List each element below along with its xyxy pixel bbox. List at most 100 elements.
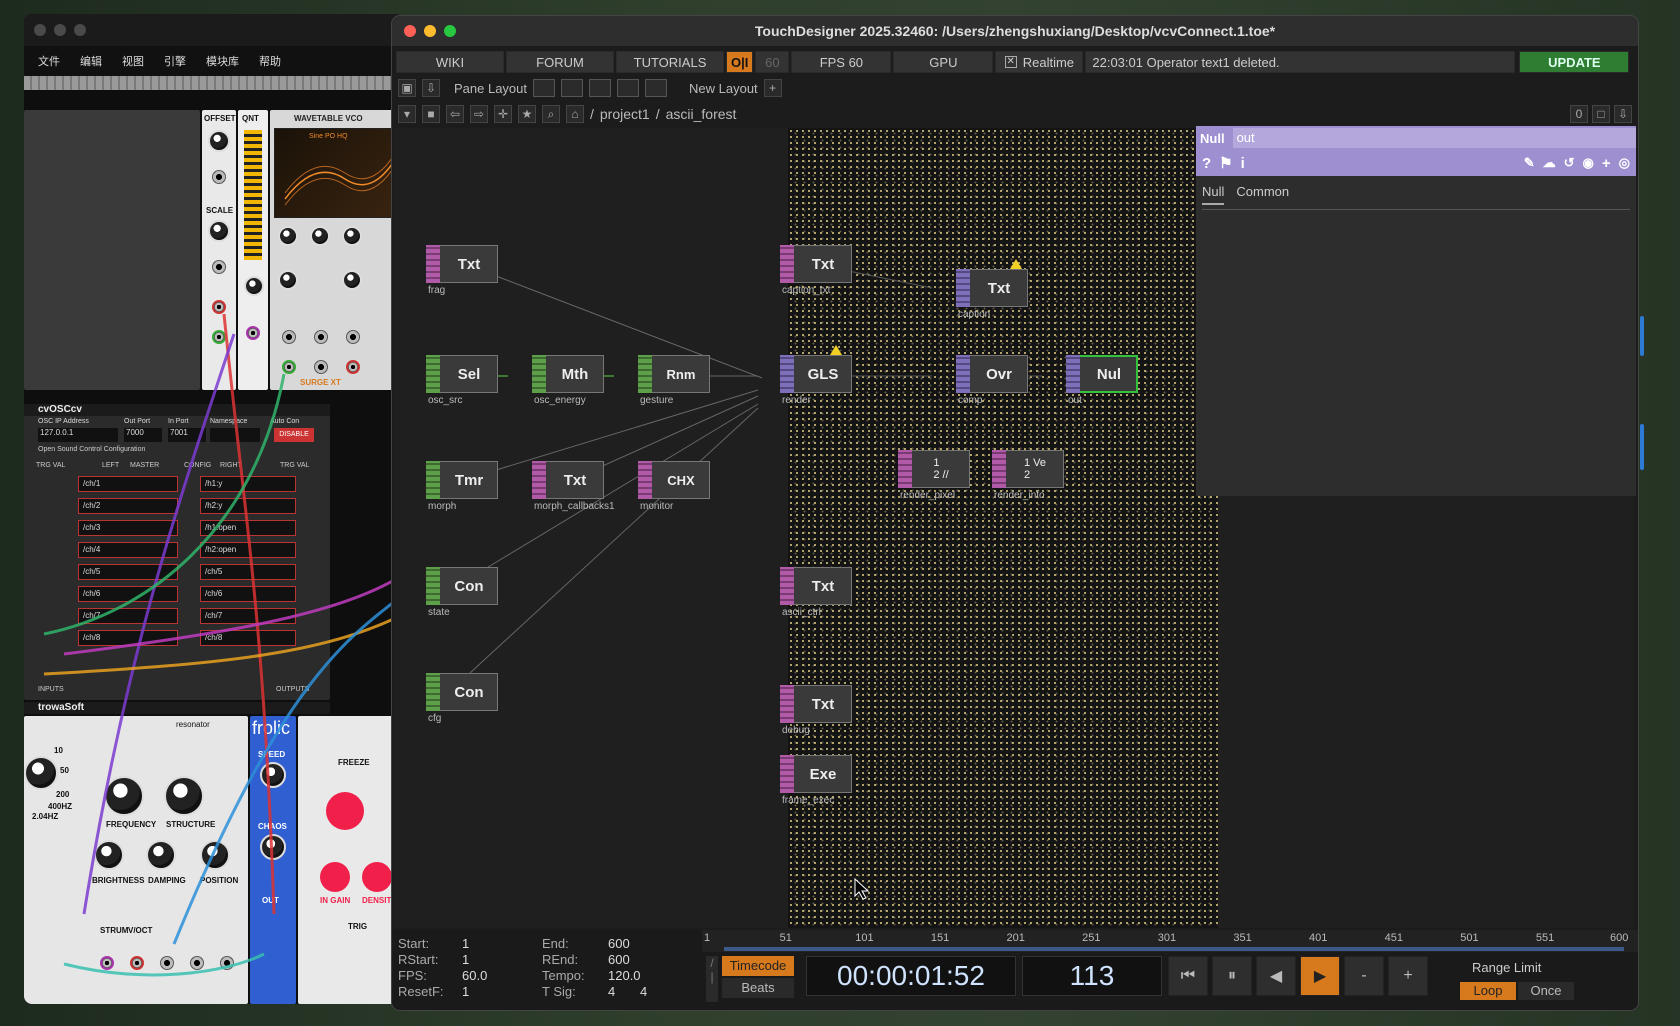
node-comp[interactable]: Ovr comp bbox=[956, 355, 1028, 406]
out-channel-6[interactable]: /ch/6 bbox=[78, 586, 178, 602]
wiki-button[interactable]: WIKI bbox=[396, 51, 504, 73]
info-icon[interactable]: i bbox=[1241, 155, 1245, 172]
chevron-down-icon[interactable]: ▾ bbox=[398, 105, 416, 123]
freq-dial[interactable] bbox=[24, 756, 58, 790]
lock-icon[interactable]: ⌂ bbox=[566, 105, 584, 123]
res-jack-4[interactable] bbox=[190, 956, 204, 970]
beats-toggle[interactable]: Beats bbox=[722, 978, 794, 998]
morph-knob[interactable] bbox=[310, 226, 330, 246]
end-value[interactable]: 600 bbox=[608, 936, 630, 951]
mod2-jack[interactable] bbox=[314, 330, 328, 344]
menu-help[interactable]: 帮助 bbox=[259, 53, 281, 69]
pitch-knob[interactable] bbox=[278, 226, 298, 246]
node-state[interactable]: Con state bbox=[426, 567, 498, 618]
in-channel-3[interactable]: /h1:open bbox=[200, 520, 296, 536]
mod1-jack[interactable] bbox=[282, 330, 296, 344]
warning-icon[interactable] bbox=[830, 345, 842, 355]
node-morph[interactable]: Tmr morph bbox=[426, 461, 498, 512]
in-channel-5[interactable]: /ch/5 bbox=[200, 564, 296, 580]
cv-jack-2[interactable] bbox=[212, 260, 226, 274]
pane-split-horizontal[interactable] bbox=[589, 79, 612, 97]
node-monitor[interactable]: CHX monitor bbox=[638, 461, 710, 512]
pane-split-vertical[interactable] bbox=[561, 79, 584, 97]
edit-icon[interactable]: ✎ bbox=[1524, 155, 1535, 171]
timecode-toggle[interactable]: Timecode bbox=[722, 956, 794, 976]
node-osc-energy[interactable]: Mth osc_energy bbox=[532, 355, 604, 406]
forum-button[interactable]: FORUM bbox=[506, 51, 614, 73]
voct-in-jack[interactable] bbox=[282, 360, 296, 374]
out-channel-8[interactable]: /ch/8 bbox=[78, 630, 178, 646]
in-channel-2[interactable]: /h2:y bbox=[200, 498, 296, 514]
density-knob[interactable] bbox=[362, 862, 392, 892]
osc-ip-field[interactable]: 127.0.0.1 bbox=[38, 428, 118, 442]
vskew-knob[interactable] bbox=[342, 270, 362, 290]
node-caption[interactable]: Txt caption bbox=[956, 259, 1028, 320]
realtime-toggle[interactable]: ✕ Realtime bbox=[995, 51, 1084, 73]
detune-knob[interactable] bbox=[278, 270, 298, 290]
speed-knob[interactable] bbox=[260, 762, 286, 788]
timecode-beats-switch[interactable]: / | bbox=[706, 956, 718, 1002]
node-render-info[interactable]: 1 Ve 2 render_info bbox=[992, 450, 1064, 501]
loop-toggle[interactable]: Loop bbox=[1460, 982, 1516, 1000]
forward-icon[interactable]: ⇨ bbox=[470, 105, 488, 123]
tsig-a-value[interactable]: 4 bbox=[608, 984, 615, 999]
in-channel-1[interactable]: /h1:y bbox=[200, 476, 296, 492]
frame-display[interactable]: 113 bbox=[1022, 956, 1162, 996]
node-cfg[interactable]: Con cfg bbox=[426, 673, 498, 724]
new-layout-label[interactable]: New Layout bbox=[689, 81, 758, 96]
in-gain-knob[interactable] bbox=[320, 862, 350, 892]
node-gesture[interactable]: Rnm gesture bbox=[638, 355, 710, 406]
out-channel-4[interactable]: /ch/4 bbox=[78, 542, 178, 558]
in-channel-4[interactable]: /h2:open bbox=[200, 542, 296, 558]
out-channel-3[interactable]: /ch/3 bbox=[78, 520, 178, 536]
menu-engine[interactable]: 引擎 bbox=[164, 53, 186, 69]
node-ascii-ctrl[interactable]: Txt ascii_ctrl bbox=[780, 567, 852, 618]
tsig-b-value[interactable]: 4 bbox=[640, 984, 647, 999]
zoom-icon[interactable] bbox=[444, 25, 456, 37]
chaos-knob[interactable] bbox=[260, 834, 286, 860]
structure-knob[interactable] bbox=[164, 776, 204, 816]
tab-common[interactable]: Common bbox=[1236, 184, 1289, 205]
menu-library[interactable]: 模块库 bbox=[206, 53, 239, 69]
rewind-button[interactable]: ⏮ bbox=[1168, 956, 1208, 996]
pane-single[interactable] bbox=[533, 79, 556, 97]
timecode-display[interactable]: 00:00:01:52 bbox=[806, 956, 1016, 996]
out-channel-2[interactable]: /ch/2 bbox=[78, 498, 178, 514]
search-icon[interactable]: ⌕ bbox=[542, 105, 560, 123]
rend-value[interactable]: 600 bbox=[608, 952, 630, 967]
node-debug[interactable]: Txt debug bbox=[780, 685, 852, 736]
node-render[interactable]: GLS render bbox=[780, 345, 852, 406]
path-root[interactable]: project1 bbox=[600, 106, 650, 122]
export-icon[interactable]: ⇩ bbox=[422, 79, 440, 97]
gpu-indicator[interactable]: GPU bbox=[893, 51, 994, 73]
pause-button[interactable]: ⏸ bbox=[1212, 956, 1252, 996]
bookmark-icon[interactable]: ★ bbox=[518, 105, 536, 123]
brightness-knob[interactable] bbox=[94, 840, 124, 870]
maximize-icon[interactable]: □ bbox=[1592, 105, 1610, 123]
in-channel-8[interactable]: /ch/8 bbox=[200, 630, 296, 646]
range-bar[interactable] bbox=[724, 947, 1624, 951]
res-jack-3[interactable] bbox=[160, 956, 174, 970]
cv-jack[interactable] bbox=[212, 170, 226, 184]
in-port-field[interactable]: 7001 bbox=[168, 428, 206, 442]
strum-jack[interactable] bbox=[100, 956, 114, 970]
minimize-icon[interactable] bbox=[424, 25, 436, 37]
config-label[interactable]: CONFIG bbox=[184, 462, 211, 469]
node-frag[interactable]: Txt frag bbox=[426, 245, 498, 296]
out-channel-1[interactable]: /ch/1 bbox=[78, 476, 178, 492]
python-icon[interactable]: ⚑ bbox=[1219, 154, 1232, 172]
back-icon[interactable]: ⇦ bbox=[446, 105, 464, 123]
pane-quad[interactable] bbox=[645, 79, 668, 97]
timeline-ruler[interactable]: 1 51 101 151 201 251 301 351 401 451 501 551 600 bbox=[702, 930, 1638, 952]
in-channel-7[interactable]: /ch/7 bbox=[200, 608, 296, 624]
minimize-icon[interactable] bbox=[54, 24, 66, 36]
home-icon[interactable]: ✛ bbox=[494, 105, 512, 123]
pin-icon[interactable]: ⇩ bbox=[1614, 105, 1632, 123]
sat-knob[interactable] bbox=[342, 226, 362, 246]
out-channel-7[interactable]: /ch/7 bbox=[78, 608, 178, 624]
once-toggle[interactable]: Once bbox=[1518, 982, 1574, 1000]
help-icon[interactable]: ? bbox=[1202, 155, 1211, 172]
update-button[interactable]: UPDATE bbox=[1519, 51, 1630, 73]
reset-jack[interactable] bbox=[314, 360, 328, 374]
node-osc-src[interactable]: Sel osc_src bbox=[426, 355, 498, 406]
